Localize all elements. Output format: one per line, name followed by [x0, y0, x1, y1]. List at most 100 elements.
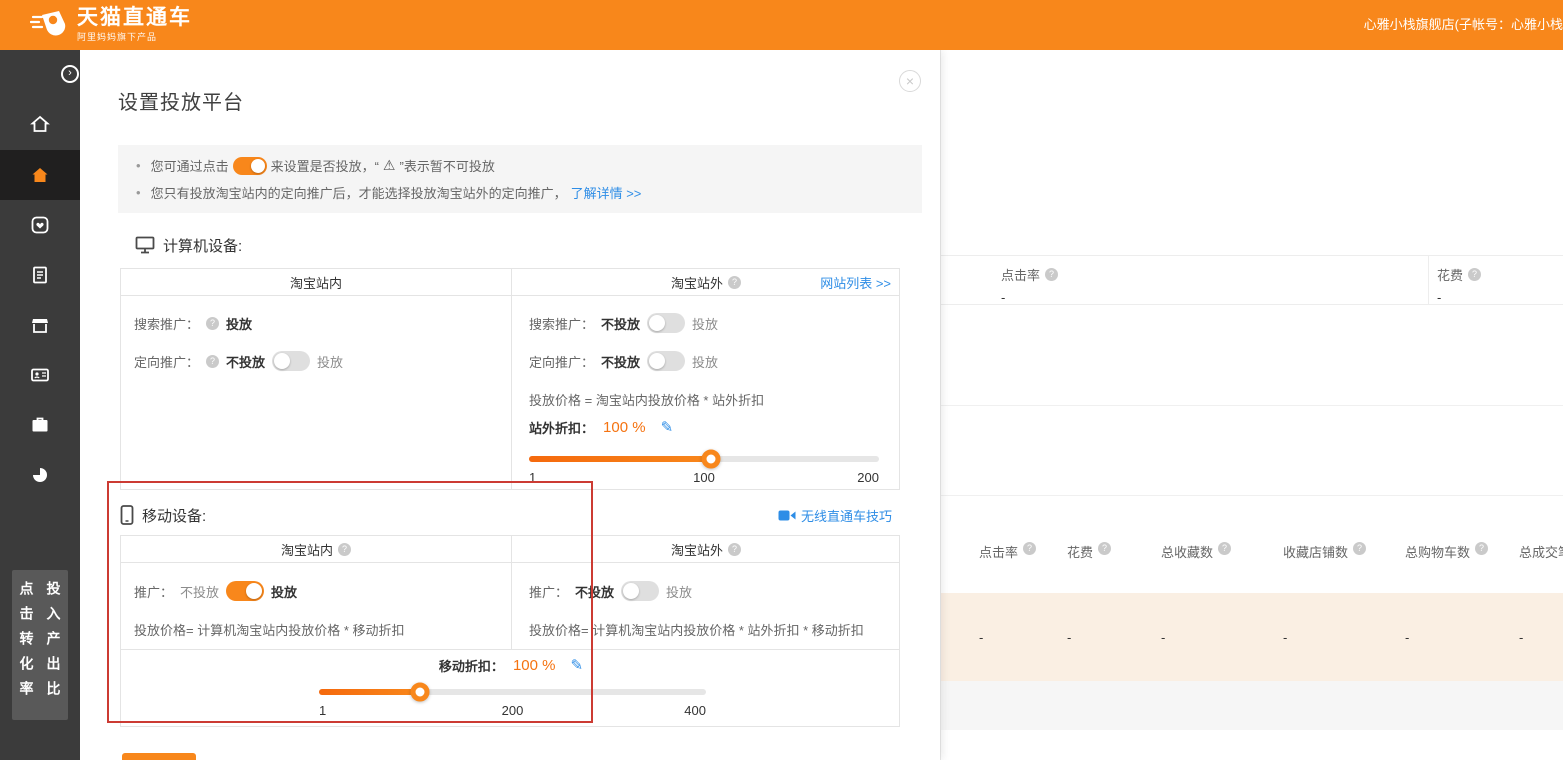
- website-list-link[interactable]: 网站列表 >>: [820, 273, 891, 292]
- computer-icon: [135, 236, 155, 254]
- help-icon[interactable]: ?: [728, 543, 741, 556]
- help-icon[interactable]: ?: [206, 355, 219, 368]
- toggle-knob: [246, 583, 262, 599]
- offsite-column-header: 淘宝站外 ? 网站列表 >>: [511, 269, 901, 296]
- tip-target-promotion: 您只有投放淘宝站内的定向推广后，才能选择投放淘宝站外的定向推广， 了解详情 >>: [136, 182, 904, 204]
- app-logo[interactable]: 天猫直通车 阿里妈妈旗下产品: [30, 6, 192, 43]
- computer-platform-table: 淘宝站内 淘宝站外 ? 网站列表 >> 搜索推广： ? 投放 定向推广： ? 不…: [120, 268, 900, 490]
- edit-icon[interactable]: ✎: [570, 656, 583, 674]
- briefcase-icon: [30, 415, 50, 435]
- onsite-column-header: 淘宝站内: [121, 269, 511, 296]
- sidebar-item-account[interactable]: [0, 350, 80, 400]
- help-icon: ?: [1045, 268, 1058, 281]
- cell-value: -: [979, 630, 1067, 645]
- summary-label: 花费 ?: [1437, 265, 1563, 284]
- divider: [941, 405, 1563, 406]
- metrics-vertical-panel: 点击转化率 投入产出比: [12, 570, 68, 720]
- slider-handle[interactable]: [410, 683, 429, 702]
- column-header: 总收藏数?: [1161, 542, 1283, 593]
- slider-fill: [529, 456, 711, 462]
- offsite-target-toggle[interactable]: [647, 351, 685, 371]
- mobile-section-heading-row: 移动设备: 无线直通车技巧: [120, 505, 900, 525]
- mobile-discount-value: 100 %: [513, 657, 556, 674]
- toggle-knob: [623, 583, 639, 599]
- sidebar-item-toolbox[interactable]: [0, 400, 80, 450]
- shop-icon: [30, 315, 50, 335]
- sidebar-item-campaign[interactable]: [0, 150, 80, 200]
- mobile-offsite-toggle[interactable]: [621, 581, 659, 601]
- cell-value: -: [1067, 630, 1161, 645]
- campaign-icon: [30, 165, 50, 185]
- row-divider: [121, 649, 899, 650]
- slider-mid-label: 200: [502, 703, 524, 718]
- toggle-knob: [274, 353, 290, 369]
- help-icon[interactable]: ?: [206, 317, 219, 330]
- column-header: 收藏店铺数?: [1283, 542, 1405, 593]
- offsite-column-header: 淘宝站外 ?: [511, 536, 901, 563]
- sidebar-item-favorite[interactable]: [0, 200, 80, 250]
- mobile-onsite-formula: 投放价格= 计算机淘宝站内投放价格 * 移动折扣: [134, 618, 405, 640]
- offsite-search-toggle[interactable]: [647, 313, 685, 333]
- mobile-offsite-row: 推广： 不投放 投放: [529, 580, 692, 602]
- logo-text: 天猫直通车 阿里妈妈旗下产品: [77, 6, 192, 43]
- column-header: 总购物车数?: [1405, 542, 1519, 593]
- background-table-row: - - - - - -: [941, 593, 1563, 681]
- sidebar-collapse-button[interactable]: ›: [61, 65, 79, 83]
- help-icon: ?: [1475, 542, 1488, 555]
- help-icon: ?: [1218, 542, 1231, 555]
- example-toggle: [233, 157, 267, 175]
- summary-cell-cost: 花费 ? -: [1429, 256, 1563, 304]
- summary-label: 点击率 ?: [1001, 265, 1428, 284]
- sidebar-item-other[interactable]: [0, 450, 80, 500]
- id-card-icon: [30, 365, 50, 385]
- onsite-target-toggle[interactable]: [272, 351, 310, 371]
- cell-value: -: [1519, 630, 1563, 645]
- help-icon: ?: [1468, 268, 1481, 281]
- cell-value: -: [1405, 630, 1519, 645]
- cell-value: -: [1283, 630, 1405, 645]
- account-info[interactable]: 心雅小栈旗舰店(子帐号：心雅小栈: [1364, 0, 1563, 50]
- edit-icon[interactable]: ✎: [661, 418, 674, 436]
- onsite-column-header: 淘宝站内 ?: [121, 536, 511, 563]
- toggle-knob: [649, 353, 665, 369]
- slider-fill: [319, 689, 420, 695]
- sidebar-item-shop[interactable]: [0, 300, 80, 350]
- close-icon[interactable]: ×: [899, 70, 921, 92]
- help-icon[interactable]: ?: [728, 276, 741, 289]
- instructions-box: 您可通过点击 来设置是否投放，“ ⚠ ”表示暂不可投放 您只有投放淘宝站内的定向…: [118, 145, 922, 213]
- slider-max-label: 400: [684, 703, 706, 718]
- mobile-discount-slider[interactable]: [319, 689, 706, 695]
- sidebar-item-home[interactable]: [0, 99, 80, 149]
- tip-toggle-usage: 您可通过点击 来设置是否投放，“ ⚠ ”表示暂不可投放: [136, 155, 904, 177]
- metric-click-conversion-rate: 点击转化率: [17, 581, 37, 709]
- mobile-onsite-toggle[interactable]: [226, 581, 264, 601]
- summary-cell-ctr: 点击率 ? -: [941, 256, 1429, 304]
- cell-value: -: [1161, 630, 1283, 645]
- column-header: 点击率?: [979, 542, 1067, 593]
- slider-min-label: 1: [319, 703, 326, 718]
- column-divider: [511, 269, 512, 489]
- table-header: 淘宝站内 淘宝站外 ? 网站列表 >>: [121, 269, 899, 296]
- pie-chart-icon: [30, 465, 50, 485]
- offsite-discount-value: 100 %: [603, 419, 646, 436]
- report-icon: [30, 265, 50, 285]
- mobile-platform-table: 淘宝站内 ? 淘宝站外 ? 推广： 不投放 投放 投放价格= 计算机淘宝站内投放…: [120, 535, 900, 727]
- learn-more-link[interactable]: 了解详情 >>: [571, 183, 642, 202]
- slider-handle[interactable]: [702, 450, 721, 469]
- chevron-right-icon: ›: [68, 67, 72, 79]
- mobile-section-heading: 移动设备:: [120, 505, 206, 525]
- sidebar-item-report[interactable]: [0, 250, 80, 300]
- summary-value: -: [1001, 290, 1428, 305]
- background-page: 点击率 ? - 花费 ? - 点击率? 花费? 总收藏数? 收藏店铺数? 总购物…: [940, 50, 1563, 760]
- slider-scale: 1 100 200: [529, 470, 879, 486]
- confirm-button[interactable]: [122, 753, 196, 760]
- wireless-tips-link[interactable]: 无线直通车技巧: [778, 506, 892, 525]
- help-icon[interactable]: ?: [338, 543, 351, 556]
- computer-section-heading: 计算机设备:: [135, 235, 242, 255]
- background-summary-row: 点击率 ? - 花费 ? -: [941, 255, 1563, 305]
- heart-icon: [30, 215, 50, 235]
- offsite-search-row: 搜索推广： 不投放 投放: [529, 312, 718, 334]
- offsite-discount-slider[interactable]: [529, 456, 879, 462]
- table-header: 淘宝站内 ? 淘宝站外 ?: [121, 536, 899, 563]
- offsite-price-formula: 投放价格 = 淘宝站内投放价格 * 站外折扣: [529, 388, 764, 410]
